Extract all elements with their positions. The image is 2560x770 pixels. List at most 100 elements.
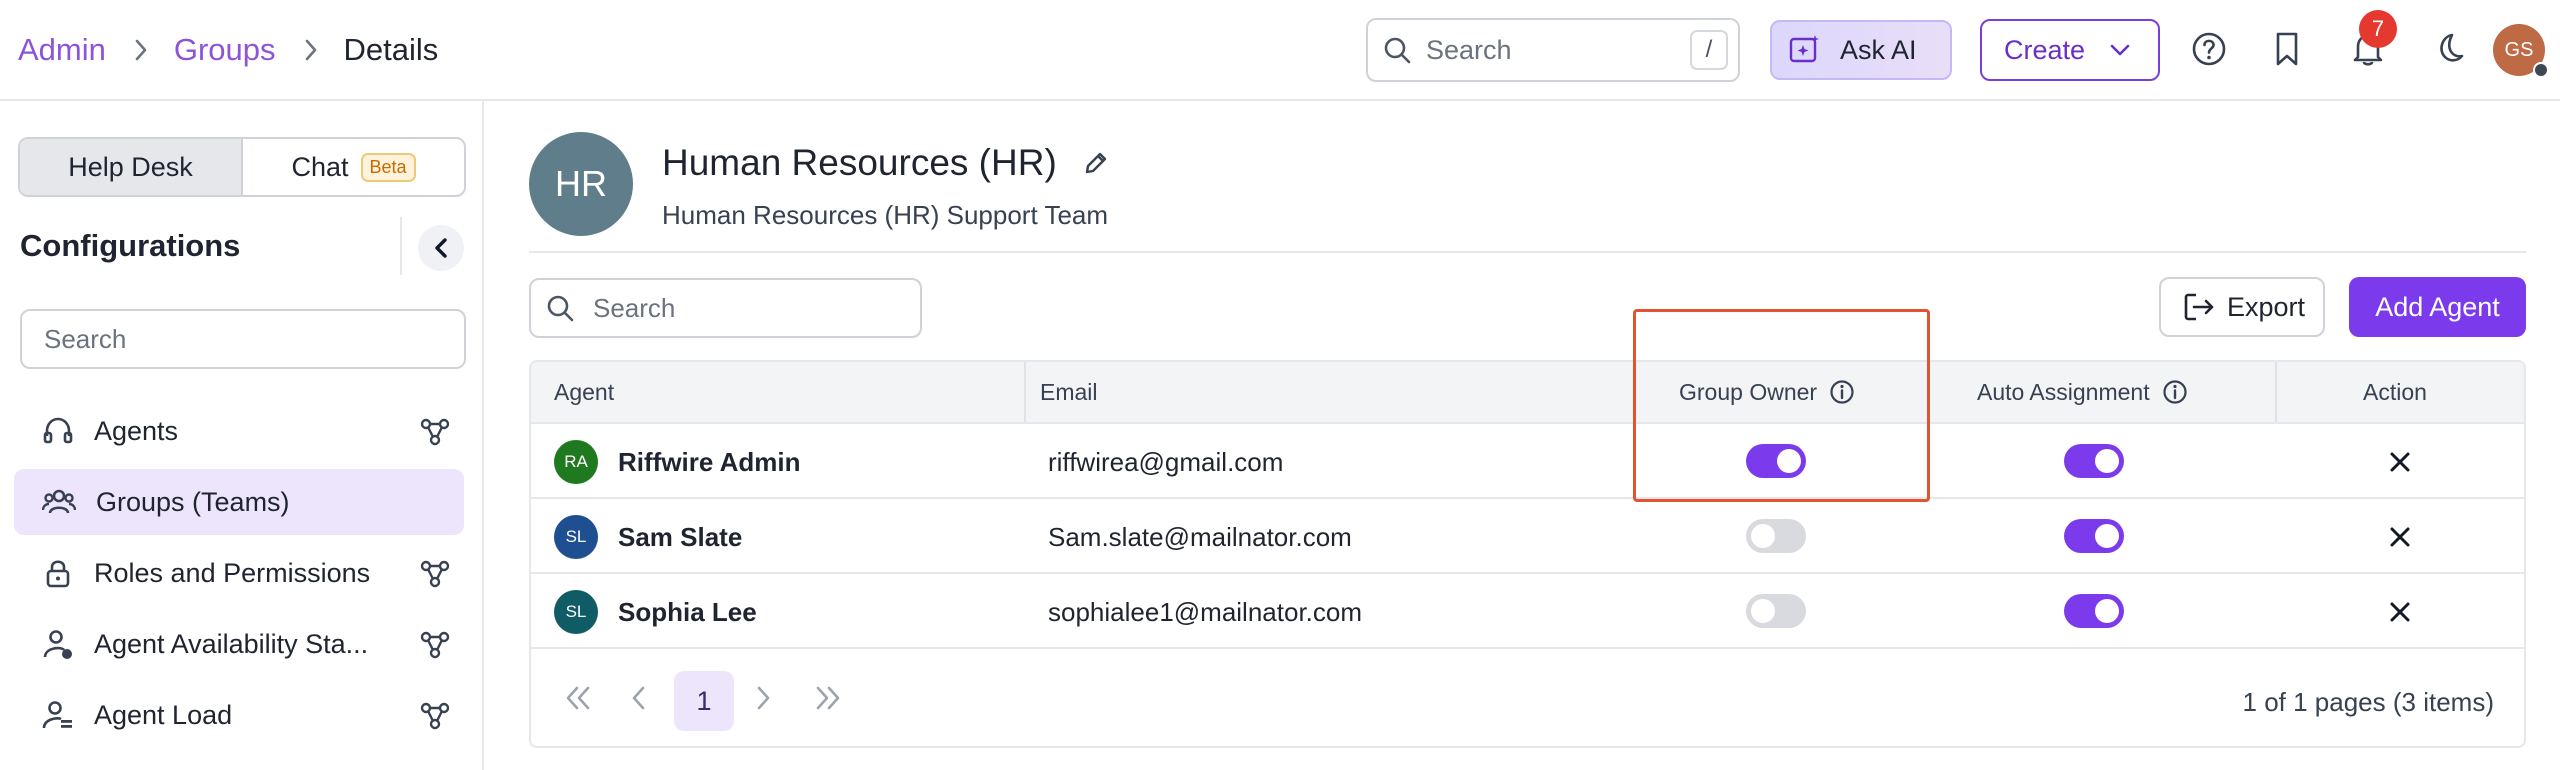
sidebar-item-roles[interactable]: Roles and Permissions bbox=[14, 540, 464, 606]
help-icon[interactable] bbox=[2190, 30, 2228, 68]
lock-icon bbox=[42, 557, 74, 589]
beta-badge: Beta bbox=[360, 152, 416, 182]
header-divider bbox=[529, 251, 2526, 253]
agent-avatar: SL bbox=[554, 515, 598, 559]
tab-chat-label: Chat bbox=[291, 151, 349, 182]
column-label: Agent bbox=[554, 378, 615, 405]
column-email: Email bbox=[1040, 362, 1098, 422]
column-action: Action bbox=[2363, 362, 2427, 422]
remove-agent-icon[interactable] bbox=[2389, 601, 2411, 623]
bookmark-icon[interactable] bbox=[2270, 30, 2304, 68]
auto-assignment-toggle[interactable] bbox=[2064, 594, 2124, 628]
group-owner-toggle[interactable] bbox=[1746, 519, 1806, 553]
toggle-knob bbox=[1751, 599, 1775, 623]
sidebar-nav: Agents Groups (Teams) Roles and Permissi… bbox=[14, 398, 464, 753]
collapse-sidebar-button[interactable] bbox=[418, 225, 464, 271]
global-search-input[interactable]: Search / bbox=[1366, 18, 1740, 82]
ai-sparkle-icon bbox=[1788, 33, 1822, 67]
group-name: Human Resources (HR) bbox=[662, 142, 1057, 183]
auto-assignment-toggle[interactable] bbox=[2064, 519, 2124, 553]
tab-help-desk-label: Help Desk bbox=[68, 151, 193, 182]
group-title: Human Resources (HR) bbox=[662, 142, 1109, 184]
create-label: Create bbox=[2004, 34, 2086, 65]
agent-name: Sam Slate bbox=[618, 522, 743, 552]
group-owner-highlight-box bbox=[1633, 309, 1930, 502]
info-icon[interactable] bbox=[2162, 379, 2188, 405]
toggle-knob bbox=[2095, 449, 2119, 473]
share-nodes-icon[interactable] bbox=[420, 418, 450, 446]
share-nodes-icon[interactable] bbox=[420, 560, 450, 588]
create-button[interactable]: Create bbox=[1980, 19, 2160, 81]
export-button[interactable]: Export bbox=[2159, 277, 2325, 337]
agent-email: Sam.slate@mailnator.com bbox=[1048, 522, 1352, 552]
moon-icon[interactable] bbox=[2428, 30, 2466, 68]
sidebar-item-agents[interactable]: Agents bbox=[14, 398, 464, 464]
top-bar: Admin Groups Details Search / Ask AI Cre… bbox=[0, 0, 2560, 101]
ask-ai-button[interactable]: Ask AI bbox=[1770, 20, 1952, 80]
tab-help-desk[interactable]: Help Desk bbox=[20, 139, 243, 195]
sidebar-item-agent-load[interactable]: Agent Load bbox=[14, 682, 464, 748]
product-switcher: Help Desk Chat Beta bbox=[18, 137, 466, 197]
column-auto-assignment: Auto Assignment bbox=[1977, 362, 2188, 422]
chevron-left-icon bbox=[435, 238, 447, 258]
divider bbox=[400, 217, 402, 275]
user-status-icon bbox=[42, 628, 74, 660]
remove-agent-icon[interactable] bbox=[2389, 451, 2411, 473]
toggle-knob bbox=[2095, 524, 2119, 548]
last-page-icon[interactable] bbox=[813, 683, 843, 713]
toggle-knob bbox=[2095, 599, 2119, 623]
sidebar-item-label: Agents bbox=[94, 415, 179, 446]
agent-search-placeholder: Search bbox=[593, 292, 676, 323]
sidebar-item-agent-availability[interactable]: Agent Availability Sta... bbox=[14, 611, 464, 677]
chevron-down-icon bbox=[2109, 43, 2131, 57]
agent-search-input[interactable]: Search bbox=[529, 278, 922, 338]
group-owner-toggle[interactable] bbox=[1746, 594, 1806, 628]
table-row: SL Sam Slate Sam.slate@mailnator.com bbox=[531, 499, 2524, 574]
export-label: Export bbox=[2227, 291, 2306, 322]
user-status-dot bbox=[2533, 62, 2549, 78]
agents-table: Agent Email Group Owner Auto Assignment … bbox=[529, 360, 2526, 748]
configurations-title: Configurations bbox=[20, 228, 241, 263]
search-icon bbox=[545, 293, 575, 323]
breadcrumb-admin[interactable]: Admin bbox=[18, 32, 106, 68]
users-icon bbox=[42, 486, 76, 518]
sidebar-item-label: Groups (Teams) bbox=[96, 486, 290, 517]
share-nodes-icon[interactable] bbox=[420, 631, 450, 659]
tab-chat[interactable]: Chat Beta bbox=[243, 139, 464, 195]
column-label: Auto Assignment bbox=[1977, 378, 2150, 405]
table-row: SL Sophia Lee sophialee1@mailnator.com bbox=[531, 574, 2524, 649]
share-nodes-icon[interactable] bbox=[420, 702, 450, 730]
search-shortcut-key: / bbox=[1690, 30, 1728, 70]
auto-assignment-toggle[interactable] bbox=[2064, 444, 2124, 478]
breadcrumb-groups[interactable]: Groups bbox=[174, 32, 276, 68]
page-1-button[interactable]: 1 bbox=[674, 671, 734, 731]
remove-agent-icon[interactable] bbox=[2389, 526, 2411, 548]
add-agent-button[interactable]: Add Agent bbox=[2349, 277, 2526, 337]
sidebar-item-label: Agent Availability Sta... bbox=[94, 628, 369, 659]
group-description: Human Resources (HR) Support Team bbox=[662, 200, 1109, 230]
headset-icon bbox=[42, 415, 74, 447]
chevron-right-icon bbox=[134, 38, 148, 62]
toggle-knob bbox=[1751, 524, 1775, 548]
agent-avatar: RA bbox=[554, 440, 598, 484]
pagination-info: 1 of 1 pages (3 items) bbox=[2242, 687, 2494, 717]
agent-email: riffwirea@gmail.com bbox=[1048, 447, 1284, 477]
column-agent: Agent bbox=[554, 362, 614, 422]
sidebar: Help Desk Chat Beta Configurations Searc… bbox=[0, 101, 484, 770]
agent-name: Sophia Lee bbox=[618, 597, 757, 627]
pencil-icon[interactable] bbox=[1083, 150, 1109, 176]
column-label: Email bbox=[1040, 378, 1098, 405]
previous-page-icon[interactable] bbox=[629, 683, 649, 713]
sidebar-item-groups[interactable]: Groups (Teams) bbox=[14, 469, 464, 535]
next-page-icon[interactable] bbox=[753, 683, 773, 713]
column-label: Action bbox=[2363, 378, 2427, 405]
sidebar-search-input[interactable]: Search bbox=[20, 309, 466, 369]
column-divider bbox=[2275, 362, 2277, 422]
ask-ai-label: Ask AI bbox=[1840, 34, 1917, 65]
breadcrumb: Admin Groups Details bbox=[18, 0, 438, 100]
table-header: Agent Email Group Owner Auto Assignment … bbox=[531, 362, 2524, 424]
notification-badge: 7 bbox=[2359, 10, 2397, 48]
first-page-icon[interactable] bbox=[563, 683, 593, 713]
user-load-icon bbox=[42, 699, 74, 731]
column-divider bbox=[1024, 362, 1026, 422]
